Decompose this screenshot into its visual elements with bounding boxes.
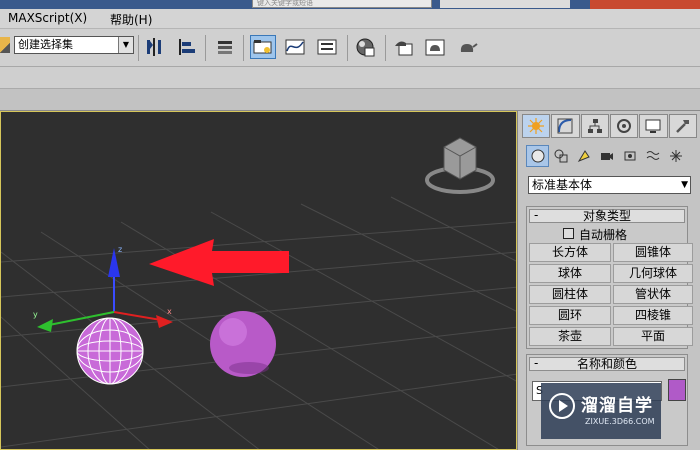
watermark-subtitle: ZIXUE.3D66.COM (585, 417, 655, 426)
rollout-title: 名称和颜色 (576, 357, 637, 371)
selection-set-dropdown[interactable]: 创建选择集 ▼ (14, 36, 134, 54)
divider (347, 35, 348, 61)
sphere-button[interactable]: 球体 (529, 264, 611, 283)
chevron-down-icon[interactable]: ▼ (681, 177, 688, 193)
svg-text:x: x (167, 307, 172, 316)
torus-button[interactable]: 圆环 (529, 306, 611, 325)
selected-sphere[interactable] (76, 317, 144, 385)
layer-manager-icon[interactable] (212, 35, 238, 59)
render-teapot-icon[interactable] (454, 35, 480, 59)
display-tab[interactable] (639, 114, 668, 138)
collapse-icon[interactable]: - (534, 209, 538, 221)
search-input[interactable]: 键入关键字或短语 (252, 0, 432, 8)
divider (243, 35, 244, 61)
material-editor-icon[interactable] (352, 35, 378, 59)
autogrid-checkbox-row: 自动栅格 (549, 225, 687, 243)
divider (138, 35, 139, 61)
object-color-swatch[interactable] (668, 379, 686, 401)
viewcube-icon[interactable] (425, 137, 495, 194)
ribbon-strip (0, 89, 700, 111)
pyramid-button[interactable]: 四棱锥 (613, 306, 693, 325)
chevron-down-icon[interactable]: ▼ (118, 37, 133, 53)
create-tab[interactable] (522, 114, 551, 138)
red-arrow-annotation (149, 239, 289, 286)
cameras-icon[interactable] (595, 145, 618, 167)
rollout-header[interactable]: - 对象类型 (529, 209, 685, 223)
menu-help[interactable]: 帮助(H) (110, 11, 152, 28)
rollout-title: 对象类型 (582, 209, 631, 223)
main-toolbar: 创建选择集 ▼ (0, 29, 700, 67)
title-strip: 键入关键字或短语 (0, 0, 700, 9)
viewport-scene: z x y (1, 137, 516, 449)
play-logo-icon (549, 393, 575, 419)
window-controls[interactable] (590, 0, 700, 9)
menu-bar: MAXScript(X) 帮助(H) (0, 9, 700, 29)
object-type-rollout: - 对象类型 自动栅格 长方体 圆锥体 球体 几何球体 圆柱体 管状体 圆环 四… (526, 206, 693, 349)
autogrid-label: 自动栅格 (579, 228, 628, 242)
utilities-tab[interactable] (668, 114, 697, 138)
helpers-icon[interactable] (618, 145, 641, 167)
title-icons[interactable] (440, 0, 570, 8)
divider (385, 35, 386, 61)
collapse-icon[interactable]: - (534, 357, 538, 369)
tube-button[interactable]: 管状体 (613, 285, 693, 304)
sphere[interactable] (210, 311, 276, 377)
schematic-view-icon[interactable] (314, 35, 340, 59)
watermark-title: 溜溜自学 (581, 396, 653, 416)
cylinder-button[interactable]: 圆柱体 (529, 285, 611, 304)
perspective-viewport[interactable]: z x y (0, 111, 517, 450)
secondary-toolbar (0, 67, 700, 89)
lights-icon[interactable] (572, 145, 595, 167)
hierarchy-tab[interactable] (580, 114, 609, 138)
plane-button[interactable]: 平面 (613, 327, 693, 346)
divider (205, 35, 206, 61)
space-warps-icon[interactable] (641, 145, 664, 167)
render-setup-icon[interactable] (390, 35, 416, 59)
svg-text:y: y (33, 310, 38, 319)
autogrid-checkbox[interactable] (563, 228, 574, 239)
category-value: 标准基本体 (532, 178, 593, 192)
motion-tab[interactable] (609, 114, 639, 138)
cone-button[interactable]: 圆锥体 (613, 243, 693, 262)
svg-text:z: z (118, 245, 122, 254)
scene-explorer-icon[interactable] (250, 35, 276, 59)
box-button[interactable]: 长方体 (529, 243, 611, 262)
modify-tab[interactable] (551, 114, 580, 138)
systems-icon[interactable] (664, 145, 687, 167)
object-buttons: 长方体 圆锥体 球体 几何球体 圆柱体 管状体 圆环 四棱锥 茶壶 平面 (527, 243, 693, 348)
create-categories (526, 145, 698, 167)
category-dropdown[interactable]: 标准基本体 ▼ (528, 176, 691, 194)
align-icon[interactable] (174, 35, 200, 59)
shapes-icon[interactable] (549, 145, 572, 167)
curve-editor-icon[interactable] (282, 35, 308, 59)
teapot-button[interactable]: 茶壶 (529, 327, 611, 346)
geometry-icon[interactable] (526, 145, 549, 167)
watermark: 溜溜自学 ZIXUE.3D66.COM (541, 383, 661, 439)
panel-tabs (522, 114, 698, 138)
rollout-header[interactable]: - 名称和颜色 (529, 357, 685, 371)
mirror-icon[interactable] (142, 35, 168, 59)
geosphere-button[interactable]: 几何球体 (613, 264, 693, 283)
edit-selection-set-icon[interactable] (0, 37, 10, 53)
rendered-frame-icon[interactable] (422, 35, 448, 59)
selection-set-value: 创建选择集 (18, 38, 73, 51)
menu-maxscript[interactable]: MAXScript(X) (8, 11, 87, 25)
